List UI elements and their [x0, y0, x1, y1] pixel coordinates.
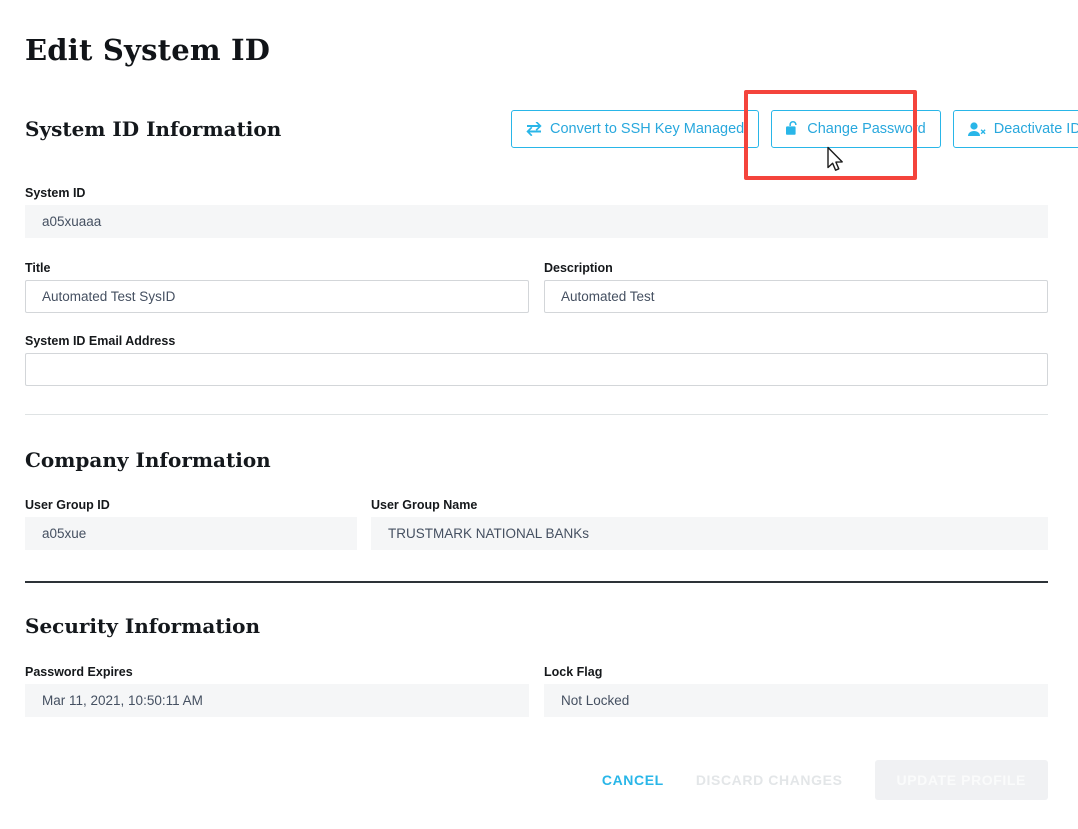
- field-label-title: Title: [25, 261, 51, 275]
- footer-actions: CANCEL DISCARD CHANGES UPDATE PROFILE: [0, 760, 1048, 800]
- field-value-lock-flag: Not Locked: [544, 684, 1048, 717]
- field-label-user-group-name: User Group Name: [371, 498, 478, 512]
- page-title: Edit System ID: [25, 33, 271, 67]
- system-id-email-address-input[interactable]: [25, 353, 1048, 386]
- update-profile-button: UPDATE PROFILE: [874, 760, 1048, 800]
- section-divider-1: [25, 414, 1048, 415]
- field-value-password-expires: Mar 11, 2021, 10:50:11 AM: [25, 684, 529, 717]
- field-user-group-name: User Group Name TRUSTMARK NATIONAL BANKs: [371, 498, 1048, 550]
- field-password-expires: Password Expires Mar 11, 2021, 10:50:11 …: [25, 665, 529, 717]
- section-heading-security: Security Information: [25, 614, 261, 638]
- unlocked-padlock-icon: [786, 121, 799, 137]
- description-input[interactable]: Automated Test: [544, 280, 1048, 313]
- field-label-user-group-id: User Group ID: [25, 498, 110, 512]
- field-user-group-id: User Group ID a05xue: [25, 498, 357, 550]
- field-title: Title Automated Test SysID: [25, 261, 529, 313]
- change-password-label: Change Password: [807, 120, 926, 137]
- field-label-password-expires: Password Expires: [25, 665, 133, 679]
- change-password-button[interactable]: Change Password: [771, 110, 941, 148]
- field-lock-flag: Lock Flag Not Locked: [544, 665, 1048, 717]
- field-value-user-group-name: TRUSTMARK NATIONAL BANKs: [371, 517, 1048, 550]
- exchange-arrows-icon: [526, 122, 542, 136]
- field-system-id: System ID a05xuaaa: [25, 186, 1048, 238]
- field-label-system-id: System ID: [25, 186, 86, 200]
- deactivate-id-label: Deactivate ID: [993, 120, 1078, 137]
- field-label-system-id-email-address: System ID Email Address: [25, 334, 176, 348]
- section-divider-2: [25, 581, 1048, 583]
- system-id-action-buttons: Convert to SSH Key Managed Change Passwo…: [511, 110, 1078, 148]
- discard-changes-button: DISCARD CHANGES: [680, 761, 859, 799]
- section-heading-system-id: System ID Information: [25, 117, 282, 141]
- field-value-user-group-id: a05xue: [25, 517, 357, 550]
- section-heading-company: Company Information: [25, 448, 271, 472]
- field-description: Description Automated Test: [544, 261, 1048, 313]
- mouse-cursor: [826, 146, 846, 179]
- user-remove-icon: [967, 121, 986, 137]
- field-system-id-email-address: System ID Email Address: [25, 334, 1048, 386]
- convert-to-ssh-key-managed-button[interactable]: Convert to SSH Key Managed: [511, 110, 760, 148]
- convert-to-ssh-key-managed-label: Convert to SSH Key Managed: [550, 120, 745, 137]
- cancel-button[interactable]: CANCEL: [586, 761, 680, 799]
- title-input[interactable]: Automated Test SysID: [25, 280, 529, 313]
- field-value-system-id: a05xuaaa: [25, 205, 1048, 238]
- field-label-lock-flag: Lock Flag: [544, 665, 603, 679]
- field-label-description: Description: [544, 261, 613, 275]
- edit-system-id-page: Edit System ID System ID Information Con…: [0, 0, 1078, 829]
- deactivate-id-button[interactable]: Deactivate ID: [952, 110, 1078, 148]
